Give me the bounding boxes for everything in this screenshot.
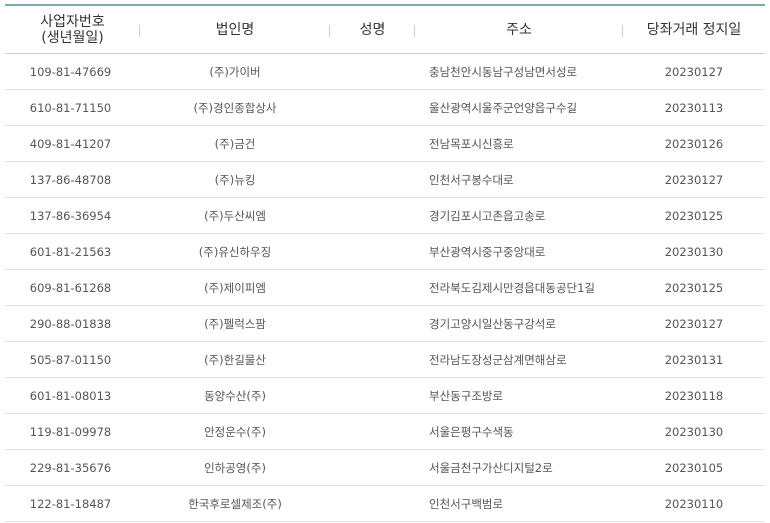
table-row: 137-86-36954 (주)두산씨엠 경기김포시고촌읍고송로 20230125	[5, 197, 765, 234]
cell-addr: 충남천안시동남구성남면서성로	[415, 53, 623, 90]
cell-date: 20230130	[623, 413, 765, 450]
cell-addr: 경기고양시일산동구강석로	[415, 305, 623, 342]
cell-bizno: 109-81-47669	[5, 53, 140, 90]
cell-addr: 전라남도장성군삼계면해삼로	[415, 341, 623, 378]
cell-addr: 인천서구봉수대로	[415, 161, 623, 198]
header-date: 당좌거래 정지일	[623, 6, 765, 54]
cell-bizno: 505-87-01150	[5, 341, 140, 378]
table-row: 601-81-21563 (주)유신하우징 부산광역시중구중앙대로 20230130	[5, 233, 765, 270]
table-row: 119-81-09978 안정운수(주) 서울은평구수색동 20230130	[5, 413, 765, 450]
cell-name	[330, 485, 415, 522]
cell-corp: (주)유신하우징	[140, 233, 330, 270]
cell-date: 20230127	[623, 305, 765, 342]
cell-bizno: 609-81-61268	[5, 269, 140, 306]
cell-addr: 전라북도김제시만경읍대동공단1길	[415, 269, 623, 306]
cell-addr: 울산광역시울주군언양읍구수길	[415, 89, 623, 126]
header-name: 성명	[330, 6, 415, 54]
cell-name	[330, 413, 415, 450]
cell-bizno: 601-81-08013	[5, 377, 140, 414]
suspension-list: 사업자번호 (생년월일) 법인명 성명 주소 당좌거래 정지일 109-81-4…	[0, 0, 770, 523]
table-header-row: 사업자번호 (생년월일) 법인명 성명 주소 당좌거래 정지일	[5, 6, 765, 54]
suspension-table: 사업자번호 (생년월일) 법인명 성명 주소 당좌거래 정지일 109-81-4…	[5, 6, 765, 522]
cell-addr: 경기김포시고촌읍고송로	[415, 197, 623, 234]
cell-addr: 부산광역시중구중앙대로	[415, 233, 623, 270]
cell-corp: 인하공영(주)	[140, 449, 330, 486]
cell-name	[330, 53, 415, 90]
cell-date: 20230113	[623, 89, 765, 126]
cell-corp: (주)뉴킹	[140, 161, 330, 198]
table-row: 409-81-41207 (주)금건 전남목포시신흥로 20230126	[5, 125, 765, 162]
cell-corp: 한국후로셀제조(주)	[140, 485, 330, 522]
cell-date: 20230127	[623, 161, 765, 198]
cell-corp: (주)금건	[140, 125, 330, 162]
cell-date: 20230126	[623, 125, 765, 162]
cell-addr: 서울금천구가산디지털2로	[415, 449, 623, 486]
cell-bizno: 601-81-21563	[5, 233, 140, 270]
table-row: 610-81-71150 (주)경인종합상사 울산광역시울주군언양읍구수길 20230…	[5, 89, 765, 126]
cell-name	[330, 161, 415, 198]
cell-date: 20230125	[623, 197, 765, 234]
cell-name	[330, 341, 415, 378]
header-bizno: 사업자번호 (생년월일)	[5, 6, 140, 54]
header-bizno-line2: (생년월일)	[41, 29, 104, 46]
cell-bizno: 137-86-48708	[5, 161, 140, 198]
table-row: 290-88-01838 (주)펠럭스팜 경기고양시일산동구강석로 20230127	[5, 305, 765, 342]
cell-bizno: 122-81-18487	[5, 485, 140, 522]
header-addr: 주소	[415, 6, 623, 54]
table-row: 137-86-48708 (주)뉴킹 인천서구봉수대로 20230127	[5, 161, 765, 198]
cell-corp: (주)두산씨엠	[140, 197, 330, 234]
cell-corp: (주)경인종합상사	[140, 89, 330, 126]
table-row: 505-87-01150 (주)한길물산 전라남도장성군삼계면해삼로 20230131	[5, 341, 765, 378]
table-row: 609-81-61268 (주)제이피엠 전라북도김제시만경읍대동공단1길 20230…	[5, 269, 765, 306]
cell-corp: (주)가이버	[140, 53, 330, 90]
cell-bizno: 137-86-36954	[5, 197, 140, 234]
cell-bizno: 290-88-01838	[5, 305, 140, 342]
cell-corp: 안정운수(주)	[140, 413, 330, 450]
cell-addr: 부산동구조방로	[415, 377, 623, 414]
cell-corp: (주)펠럭스팜	[140, 305, 330, 342]
cell-bizno: 229-81-35676	[5, 449, 140, 486]
cell-name	[330, 125, 415, 162]
cell-date: 20230125	[623, 269, 765, 306]
header-corp: 법인명	[140, 6, 330, 54]
cell-name	[330, 269, 415, 306]
table-row: 601-81-08013 동양수산(주) 부산동구조방로 20230118	[5, 377, 765, 414]
cell-corp: 동양수산(주)	[140, 377, 330, 414]
cell-name	[330, 449, 415, 486]
cell-date: 20230127	[623, 53, 765, 90]
cell-name	[330, 89, 415, 126]
cell-date: 20230130	[623, 233, 765, 270]
cell-date: 20230110	[623, 485, 765, 522]
cell-bizno: 119-81-09978	[5, 413, 140, 450]
cell-corp: (주)한길물산	[140, 341, 330, 378]
header-bizno-line1: 사업자번호	[40, 13, 105, 30]
cell-addr: 전남목포시신흥로	[415, 125, 623, 162]
cell-name	[330, 197, 415, 234]
cell-name	[330, 377, 415, 414]
table-row: 122-81-18487 한국후로셀제조(주) 인천서구백범로 20230110	[5, 485, 765, 522]
table-row: 109-81-47669 (주)가이버 충남천안시동남구성남면서성로 20230127	[5, 53, 765, 90]
cell-corp: (주)제이피엠	[140, 269, 330, 306]
cell-name	[330, 233, 415, 270]
cell-addr: 인천서구백범로	[415, 485, 623, 522]
cell-bizno: 610-81-71150	[5, 89, 140, 126]
cell-bizno: 409-81-41207	[5, 125, 140, 162]
cell-addr: 서울은평구수색동	[415, 413, 623, 450]
cell-date: 20230105	[623, 449, 765, 486]
cell-name	[330, 305, 415, 342]
table-row: 229-81-35676 인하공영(주) 서울금천구가산디지털2로 20230105	[5, 449, 765, 486]
cell-date: 20230131	[623, 341, 765, 378]
cell-date: 20230118	[623, 377, 765, 414]
